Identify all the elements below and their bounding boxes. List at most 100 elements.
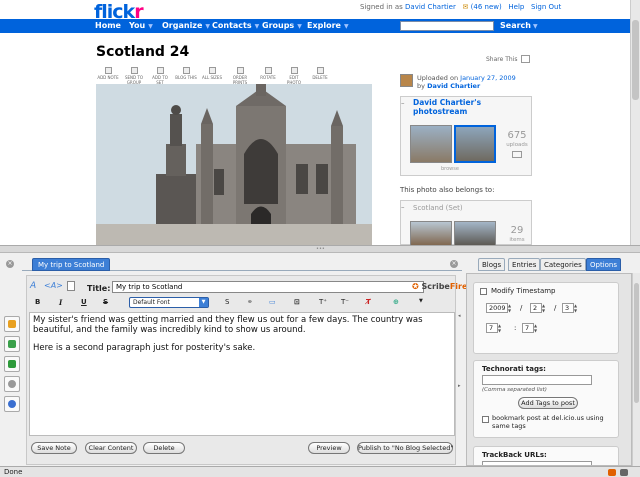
minute-spinner-icon[interactable]: ▲ ▼ [534, 323, 540, 333]
edit-photo-button[interactable]: EDIT PHOTO [283, 67, 305, 85]
tool-label: ALL SIZES [202, 75, 222, 80]
year-spinner-icon[interactable]: ▲ ▼ [508, 303, 514, 313]
info-button[interactable] [4, 396, 20, 412]
order-prints-button[interactable]: ORDER PRINTS [227, 67, 253, 85]
image-icon[interactable]: ⊡ [294, 298, 300, 306]
set-name[interactable]: Scotland (Set) [413, 204, 463, 212]
tab-options[interactable]: Options [586, 258, 622, 271]
thumbnail-prev[interactable] [410, 125, 452, 163]
send-to-group-button[interactable]: SEND TO GROUP [123, 67, 145, 85]
comment-icon[interactable]: ▭ [269, 298, 276, 306]
photostream-title[interactable]: David Chartier's photostream [413, 98, 513, 116]
rotate-button[interactable]: ROTATE [255, 67, 281, 83]
share-icon[interactable] [521, 55, 530, 63]
font-select[interactable]: Default Font ▼ [129, 297, 209, 308]
browse-link[interactable]: browse [441, 166, 459, 172]
publish-button[interactable]: Publish to "No Blog Selected" [357, 442, 453, 454]
save-note-button[interactable]: Save Note [31, 442, 77, 454]
modify-timestamp-checkbox[interactable] [480, 288, 487, 295]
owner-link[interactable]: David Chartier [427, 82, 480, 90]
clear-content-button[interactable]: Clear Content [85, 442, 137, 454]
slideshow-icon[interactable] [512, 151, 522, 158]
tab-my-trip[interactable]: My trip to Scotland [32, 258, 111, 271]
month-spinner-icon[interactable]: ▲ ▼ [542, 303, 548, 313]
refresh-button[interactable] [4, 356, 20, 372]
uploaded-date-link[interactable]: January 27, 2009 [460, 74, 516, 82]
set-thumb-1[interactable] [410, 221, 452, 245]
panel-splitter[interactable]: ••• [0, 245, 640, 252]
options-scrollbar-thumb[interactable] [634, 283, 639, 403]
nav-you[interactable]: You ▼ [129, 21, 153, 30]
nav-explore[interactable]: Explore ▼ [307, 21, 349, 30]
nav-contacts[interactable]: Contacts ▼ [212, 21, 259, 30]
mail-count-link[interactable]: (46 new) [471, 3, 502, 11]
technorati-input[interactable] [482, 375, 592, 385]
color-icon[interactable]: ⚭ [247, 298, 253, 306]
set-icon [156, 67, 164, 74]
collapse-right-icon[interactable]: ◂ [458, 313, 461, 319]
search-input[interactable] [400, 21, 494, 31]
day-input[interactable]: 3 [562, 303, 574, 313]
thumbnail-current[interactable] [454, 125, 496, 163]
tab-blogs[interactable]: Blogs [478, 258, 506, 271]
addon-status-icon[interactable] [620, 469, 628, 476]
underline-button[interactable]: U [81, 298, 87, 306]
tab-categories[interactable]: Categories [540, 258, 586, 271]
help-link[interactable]: Help [508, 3, 524, 11]
settings-button[interactable] [4, 376, 20, 392]
scribefire-panel: × My trip to Scotland × A <A> Title: ✪ S… [0, 252, 640, 466]
hour-input[interactable]: 7 [486, 323, 498, 333]
more-icon[interactable]: ▼ [419, 298, 423, 304]
scribefire-status-icon[interactable] [608, 469, 616, 476]
expand-right-icon[interactable]: ▸ [458, 383, 461, 389]
day-spinner-icon[interactable]: ▲ ▼ [574, 303, 580, 313]
add-to-set-button[interactable]: ADD TO SET [149, 67, 171, 85]
increase-size-icon[interactable]: T⁺ [319, 298, 327, 306]
nav-home[interactable]: Home [95, 21, 121, 30]
close-panel-icon[interactable]: × [6, 260, 14, 268]
add-tags-button[interactable]: Add Tags to post [518, 397, 578, 409]
delicious-checkbox[interactable] [482, 416, 489, 423]
money-button[interactable] [4, 336, 20, 352]
delete-photo-button[interactable]: DELETE [309, 67, 331, 83]
hour-spinner-icon[interactable]: ▲ ▼ [498, 323, 504, 333]
main-photo[interactable] [96, 84, 372, 245]
strike-button[interactable]: S [103, 298, 108, 306]
page-scrollbar[interactable] [630, 0, 640, 245]
month-input[interactable]: 2 [530, 303, 542, 313]
signout-link[interactable]: Sign Out [531, 3, 561, 11]
year-input[interactable]: 2009 [486, 303, 508, 313]
collapse-icon[interactable]: – [401, 99, 409, 107]
preview-mode-icon[interactable] [67, 281, 75, 291]
avatar[interactable] [400, 74, 413, 87]
post-body-textarea[interactable]: My sister's friend was getting married a… [29, 312, 455, 436]
preview-button[interactable]: Preview [308, 442, 350, 454]
nav-organize[interactable]: Organize ▼ [162, 21, 210, 30]
tab-entries[interactable]: Entries [508, 258, 541, 271]
decrease-size-icon[interactable]: T⁻ [341, 298, 349, 306]
wysiwyg-mode-icon[interactable]: A [30, 281, 36, 291]
link-icon[interactable]: ⊕ [393, 298, 399, 306]
search-button[interactable]: Search ▼ [500, 21, 538, 30]
bold-button[interactable]: B [35, 298, 40, 306]
mail-icon[interactable]: ✉ [463, 3, 469, 11]
scrollbar-thumb[interactable] [632, 20, 639, 100]
font-size-icon[interactable]: S [225, 298, 229, 306]
nav-groups[interactable]: Groups ▼ [262, 21, 302, 30]
notes-button[interactable] [4, 316, 20, 332]
all-sizes-button[interactable]: ALL SIZES [201, 67, 223, 83]
clear-format-icon[interactable]: T̸ [366, 298, 371, 306]
user-link[interactable]: David Chartier [405, 3, 456, 11]
italic-button[interactable]: I [59, 298, 62, 307]
add-note-button[interactable]: ADD NOTE [97, 67, 119, 83]
set-thumb-2[interactable] [454, 221, 496, 245]
minute-input[interactable]: 7 [522, 323, 534, 333]
blog-this-button[interactable]: BLOG THIS [175, 67, 197, 83]
title-input[interactable] [112, 281, 424, 293]
options-scrollbar[interactable] [632, 273, 640, 466]
delete-button[interactable]: Delete [143, 442, 185, 454]
close-tab-icon[interactable]: × [450, 260, 458, 268]
collapse-icon[interactable]: – [401, 203, 405, 211]
html-mode-icon[interactable]: <A> [44, 281, 63, 290]
share-link[interactable]: Share This [486, 56, 517, 63]
